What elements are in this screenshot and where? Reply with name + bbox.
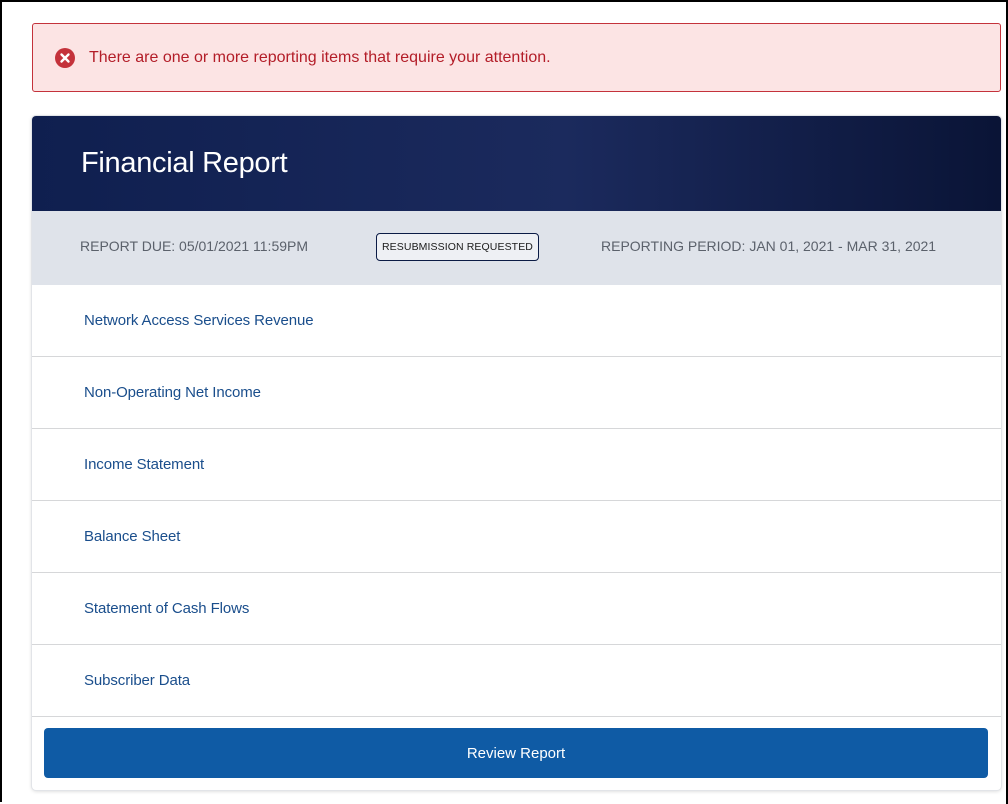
page-frame: There are one or more reporting items th… — [0, 0, 1008, 804]
report-header: Financial Report — [32, 116, 1001, 211]
item-link-income-statement[interactable]: Income Statement — [84, 456, 204, 473]
reporting-period: REPORTING PERIOD: JAN 01, 2021 - MAR 31,… — [601, 238, 937, 254]
list-item: Non-Operating Net Income — [32, 357, 1001, 429]
report-meta-bar: REPORT DUE: 05/01/2021 11:59PM RESUBMISS… — [32, 211, 1001, 285]
error-circle-icon — [55, 47, 75, 68]
list-item: Income Statement — [32, 429, 1001, 501]
list-item: Network Access Services Revenue — [32, 285, 1001, 357]
item-link-network-access-services-revenue[interactable]: Network Access Services Revenue — [84, 312, 314, 329]
report-card: Financial Report REPORT DUE: 05/01/2021 … — [32, 116, 1001, 790]
status-badge: RESUBMISSION REQUESTED — [376, 233, 539, 261]
list-item: Subscriber Data — [32, 645, 1001, 717]
list-item: Statement of Cash Flows — [32, 573, 1001, 645]
report-title: Financial Report — [81, 147, 288, 179]
item-link-statement-of-cash-flows[interactable]: Statement of Cash Flows — [84, 600, 249, 617]
list-item: Balance Sheet — [32, 501, 1001, 573]
reporting-items-list: Network Access Services Revenue Non-Oper… — [32, 285, 1001, 717]
report-due-date: REPORT DUE: 05/01/2021 11:59PM — [80, 238, 309, 254]
item-link-non-operating-net-income[interactable]: Non-Operating Net Income — [84, 384, 261, 401]
alert-message: There are one or more reporting items th… — [89, 48, 551, 66]
error-alert: There are one or more reporting items th… — [32, 23, 1001, 92]
review-report-button[interactable]: Review Report — [44, 728, 988, 778]
item-link-subscriber-data[interactable]: Subscriber Data — [84, 672, 190, 689]
item-link-balance-sheet[interactable]: Balance Sheet — [84, 528, 180, 545]
